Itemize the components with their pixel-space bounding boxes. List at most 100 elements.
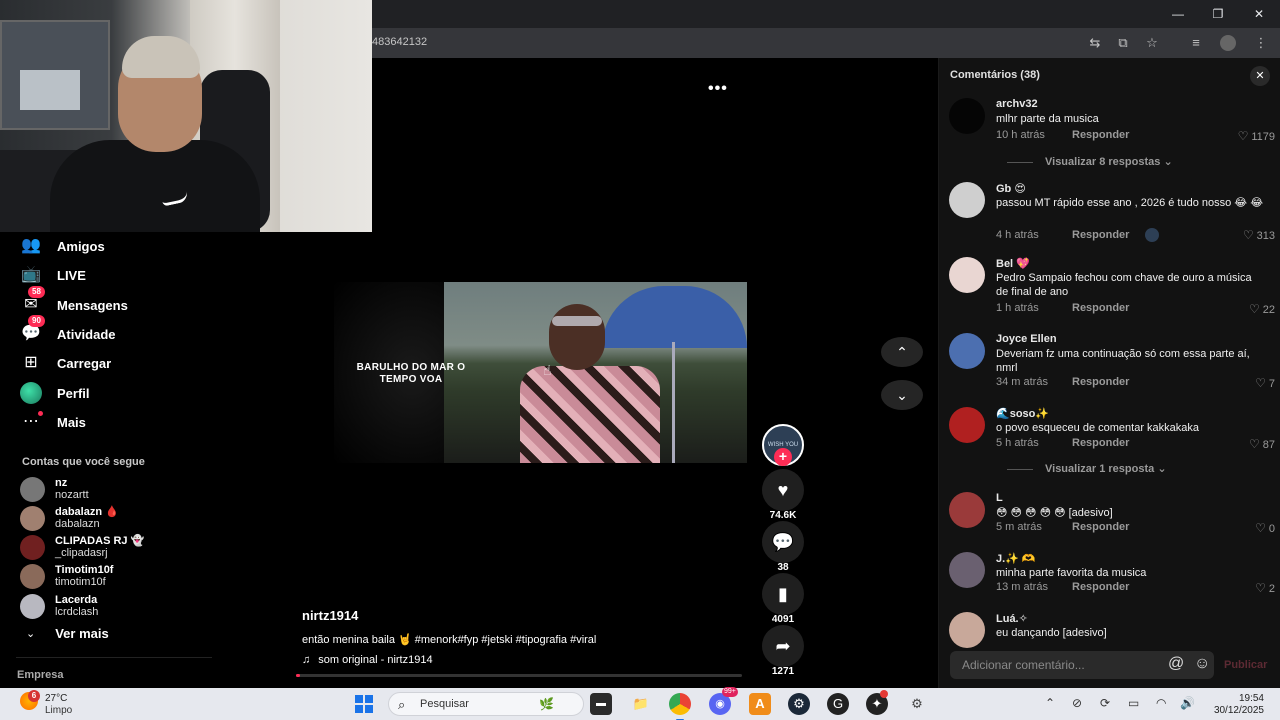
comment-username[interactable]: Joyce Ellen [996, 333, 1057, 345]
reply-button[interactable]: Responder [1072, 376, 1129, 388]
close-comments-button[interactable]: ✕ [1250, 66, 1270, 86]
view-replies-button[interactable]: Visualizar 1 resposta ⌄ [1007, 462, 1167, 475]
profile-icon[interactable] [1220, 35, 1236, 51]
clock-time[interactable]: 19:54 [1210, 693, 1264, 704]
previous-video-button[interactable]: ⌃ [881, 337, 923, 367]
comment-input-box[interactable]: @ ☺ [950, 651, 1214, 679]
volume-icon[interactable]: 🔊 [1180, 696, 1195, 710]
chevron-down-icon: ⌄ [1157, 463, 1167, 475]
sidebar-item-live[interactable]: 📺 LIVE [20, 264, 86, 286]
avatar[interactable] [949, 612, 985, 648]
settings-icon[interactable]: ⚙ [906, 693, 928, 715]
following-account[interactable]: dabalazn 🩸 dabalazn [20, 505, 119, 531]
emoji-icon[interactable]: ☺ [1194, 655, 1210, 673]
chrome-icon[interactable] [669, 693, 691, 720]
weather-temperature[interactable]: 27°C [45, 693, 67, 704]
clock-date[interactable]: 30/12/2025 [1200, 705, 1264, 716]
game-icon[interactable]: G [827, 693, 849, 715]
close-window-button[interactable]: ✕ [1251, 6, 1267, 22]
following-account[interactable]: CLIPADAS RJ 👻 _clipadasrj [20, 534, 144, 560]
cast-icon[interactable]: ⧉ [1114, 34, 1132, 52]
sidebar-item-mais[interactable]: ⋯ Mais [20, 411, 86, 433]
footer-link-empresa[interactable]: Empresa [17, 669, 63, 681]
avatar[interactable] [949, 182, 985, 218]
sidebar-item-atividade[interactable]: 💬 90 Atividade [20, 315, 116, 345]
translate-icon[interactable]: ⇆ [1086, 34, 1104, 52]
sidebar-item-mensagens[interactable]: ✉ 58 Mensagens [20, 286, 128, 316]
comment-like-button[interactable]: ♡ 1179 [1238, 129, 1275, 143]
video-music[interactable]: ♫ som original - nirtz1914 [302, 654, 433, 666]
avatar[interactable] [949, 552, 985, 588]
mention-icon[interactable]: @ [1168, 655, 1184, 673]
chevron-up-icon: ⌃ [896, 344, 908, 360]
file-manager-icon[interactable]: ▬ [590, 693, 612, 715]
comment-like-button[interactable]: ♡ 2 [1255, 581, 1275, 595]
reply-button[interactable]: Responder [1072, 437, 1129, 449]
comment-username[interactable]: J.✨ 🫶 [996, 552, 1036, 565]
comment-username[interactable]: 🌊soso✨ [996, 407, 1049, 420]
comment-username[interactable]: L [996, 492, 1003, 504]
like-button[interactable]: ♥ [762, 469, 804, 511]
comment-username[interactable]: Luá.✧ [996, 612, 1028, 625]
media-controls-icon[interactable]: ≡ [1187, 34, 1205, 52]
comment-like-button[interactable]: ♡ 22 [1249, 302, 1275, 316]
avatar[interactable] [949, 333, 985, 369]
save-button[interactable]: ▮ [762, 573, 804, 615]
post-comment-button[interactable]: Publicar [1224, 659, 1267, 671]
reply-button[interactable]: Responder [1072, 129, 1129, 141]
chevron-up-icon[interactable]: ⌃ [1045, 696, 1055, 710]
reply-button[interactable]: Responder [1072, 581, 1129, 593]
menu-icon[interactable]: ⋮ [1252, 34, 1270, 52]
monitor-icon[interactable]: ▭ [1128, 696, 1139, 710]
avatar[interactable] [949, 257, 985, 293]
following-account[interactable]: nz nozartt [20, 476, 89, 502]
url-text[interactable]: 483642132 [372, 36, 427, 48]
video-more-button[interactable]: ••• [708, 80, 728, 98]
comment-like-button[interactable]: ♡ 0 [1255, 521, 1275, 535]
wifi-icon[interactable]: ◠ [1156, 696, 1166, 710]
comment-button[interactable]: 💬 [762, 521, 804, 563]
maximize-button[interactable]: ❐ [1210, 6, 1226, 22]
comment-like-button[interactable]: ♡ 87 [1249, 437, 1275, 451]
sidebar-item-perfil[interactable]: Perfil [20, 382, 90, 404]
messages-icon: ✉ 58 [20, 286, 45, 316]
bookmark-star-icon[interactable]: ☆ [1143, 34, 1161, 52]
comment-input[interactable] [962, 657, 1152, 673]
share-button[interactable]: ➦ [762, 625, 804, 667]
video-player[interactable]: BARULHO DO MAR O TEMPO VOA [334, 282, 747, 463]
folder-icon[interactable]: 📁 [630, 693, 652, 715]
video-author[interactable]: nirtz1914 [302, 608, 358, 623]
comment-like-button[interactable]: ♡ 7 [1255, 376, 1275, 390]
minimize-button[interactable]: — [1170, 6, 1186, 22]
weather-condition[interactable]: Limpo [45, 705, 72, 716]
start-icon[interactable] [355, 695, 373, 713]
see-more-button[interactable]: ⌄ Ver mais [26, 626, 109, 641]
sidebar-item-amigos[interactable]: 👥 Amigos [20, 235, 105, 257]
avatar[interactable] [949, 407, 985, 443]
reply-button[interactable]: Responder [1072, 521, 1129, 533]
following-account[interactable]: Lacerda lcrdclash [20, 593, 98, 619]
avatar[interactable] [949, 98, 985, 134]
creator-liked-badge [1145, 228, 1160, 242]
comment-like-button[interactable]: ♡ 313 [1243, 228, 1275, 242]
sync-icon[interactable]: ⟳ [1100, 696, 1110, 710]
avatar[interactable] [949, 492, 985, 528]
comment-username[interactable]: Bel 💖 [996, 257, 1030, 270]
follow-plus-button[interactable]: + [774, 448, 792, 466]
reply-button[interactable]: Responder [1072, 229, 1129, 241]
taskbar-search[interactable]: ⌕ Pesquisar 🌿 [388, 692, 584, 716]
comment-username[interactable]: Gb 😍 [996, 182, 1026, 195]
network-off-icon[interactable]: ⊘ [1072, 696, 1082, 710]
game-bar-icon[interactable]: ✦ [866, 690, 888, 715]
following-account[interactable]: Timotim10f timotim10f [20, 563, 113, 589]
reply-button[interactable]: Responder [1072, 302, 1129, 314]
comment-like-count: 2 [1268, 583, 1275, 595]
steam-icon[interactable]: ⚙ [788, 693, 810, 715]
view-replies-button[interactable]: Visualizar 8 respostas ⌄ [1007, 155, 1173, 168]
app-icon[interactable]: A [749, 693, 771, 715]
discord-icon[interactable]: ◉ 99+ [709, 687, 738, 715]
next-video-button[interactable]: ⌄ [881, 380, 923, 410]
video-progress-bar[interactable] [296, 674, 742, 677]
sidebar-item-carregar[interactable]: ⊞ Carregar [20, 352, 111, 374]
comment-username[interactable]: archv32 [996, 98, 1038, 110]
